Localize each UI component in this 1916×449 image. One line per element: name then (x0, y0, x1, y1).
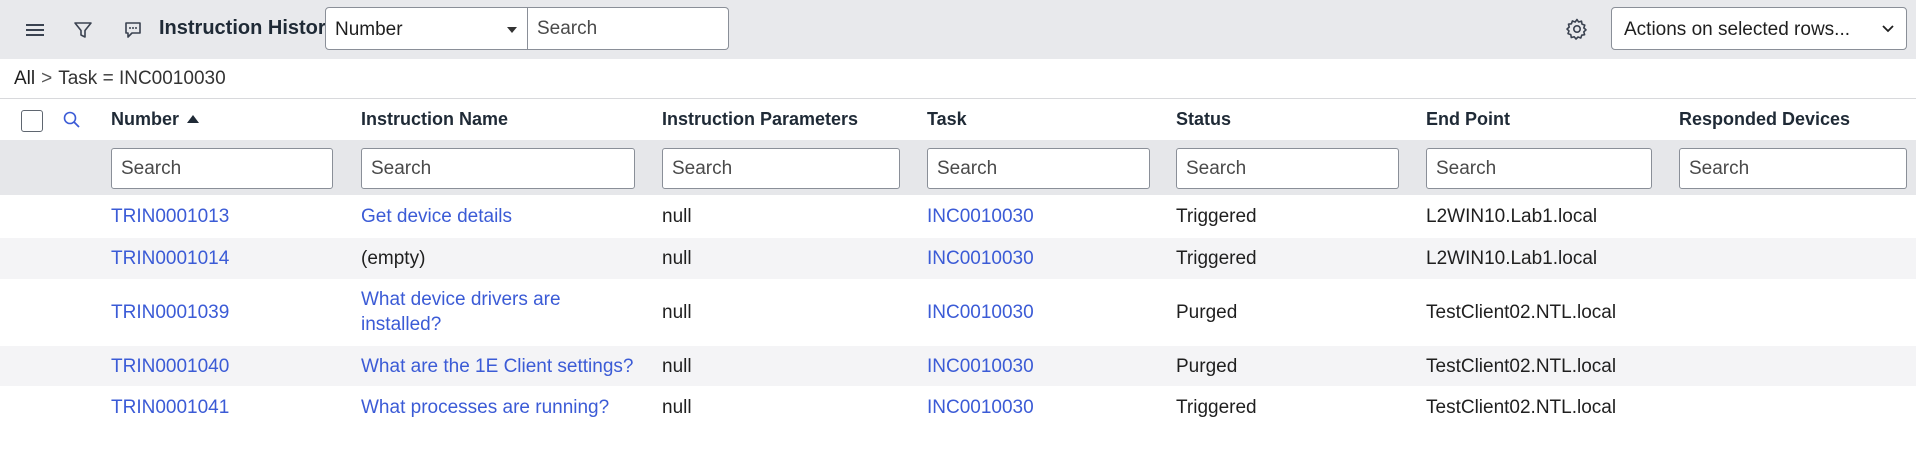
gear-icon[interactable] (1565, 14, 1591, 44)
select-all-checkbox[interactable] (21, 110, 43, 132)
search-input-number[interactable] (111, 148, 333, 189)
list-toolbar: Instruction History Number Actions on se… (0, 0, 1916, 59)
breadcrumb-separator: > (41, 68, 53, 89)
search-field-select[interactable]: Number (325, 7, 528, 50)
column-header-number[interactable]: Number (111, 109, 200, 130)
divider (0, 98, 1916, 99)
status: Triggered (1176, 397, 1257, 418)
status: Purged (1176, 356, 1238, 377)
breadcrumb-filter[interactable]: Task = INC0010030 (58, 68, 225, 89)
search-input-end-point[interactable] (1426, 148, 1652, 189)
page-title: Instruction History (159, 17, 337, 39)
actions-select-label: Actions on selected rows... (1624, 19, 1850, 40)
filter-icon[interactable] (68, 15, 98, 45)
status: Triggered (1176, 206, 1257, 227)
chevron-down-icon (1880, 20, 1896, 41)
instruction-parameters: null (662, 248, 692, 269)
task-link[interactable]: INC0010030 (927, 204, 1034, 229)
record-number-link[interactable]: TRIN0001014 (111, 246, 229, 271)
actions-select[interactable]: Actions on selected rows... (1611, 7, 1907, 50)
status: Purged (1176, 302, 1238, 323)
table-row: TRIN0001039 What device drivers are insta… (0, 280, 1916, 345)
table-row: TRIN0001014 (empty) null INC0010030 Trig… (0, 238, 1916, 279)
record-number-link[interactable]: TRIN0001041 (111, 395, 229, 420)
record-number-link[interactable]: TRIN0001013 (111, 204, 229, 229)
chat-bubble-icon[interactable] (118, 15, 148, 45)
breadcrumb-all[interactable]: All (14, 68, 35, 89)
status: Triggered (1176, 248, 1257, 269)
column-header-instruction-parameters[interactable]: Instruction Parameters (662, 109, 858, 130)
end-point: TestClient02.NTL.local (1426, 356, 1617, 377)
search-input-responded-devices[interactable] (1679, 148, 1907, 189)
task-link[interactable]: INC0010030 (927, 246, 1034, 271)
end-point: L2WIN10.Lab1.local (1426, 248, 1598, 269)
list-search-input[interactable] (528, 7, 729, 50)
table-row: TRIN0001013 Get device details null INC0… (0, 196, 1916, 237)
instruction-parameters: null (662, 356, 692, 377)
table-row: TRIN0001041 What processes are running? … (0, 387, 1916, 427)
column-header-instruction-name[interactable]: Instruction Name (361, 109, 508, 130)
end-point: L2WIN10.Lab1.local (1426, 206, 1598, 227)
task-link[interactable]: INC0010030 (927, 354, 1034, 379)
instruction-name-link[interactable]: What processes are running? (361, 395, 609, 420)
column-header-task[interactable]: Task (927, 109, 967, 130)
search-input-status[interactable] (1176, 148, 1399, 189)
instruction-name: (empty) (361, 248, 426, 269)
end-point: TestClient02.NTL.local (1426, 302, 1617, 323)
search-input-instruction-name[interactable] (361, 148, 635, 189)
caret-down-icon (507, 27, 517, 33)
end-point: TestClient02.NTL.local (1426, 397, 1617, 418)
search-input-task[interactable] (927, 148, 1150, 189)
instruction-parameters: null (662, 397, 692, 418)
column-header-responded-devices[interactable]: Responded Devices (1679, 109, 1850, 130)
breadcrumb: All > Task = INC0010030 (14, 68, 226, 90)
instruction-parameters: null (662, 302, 692, 323)
column-header-status[interactable]: Status (1176, 109, 1231, 130)
instruction-name-link[interactable]: What are the 1E Client settings? (361, 354, 633, 379)
table-row: TRIN0001040 What are the 1E Client setti… (0, 346, 1916, 386)
instruction-parameters: null (662, 206, 692, 227)
search-field-value: Number (335, 19, 403, 40)
search-input-instruction-parameters[interactable] (662, 148, 900, 189)
instruction-name-link[interactable]: Get device details (361, 204, 512, 229)
task-link[interactable]: INC0010030 (927, 300, 1034, 325)
sort-ascending-icon (187, 115, 200, 123)
hamburger-menu-icon[interactable] (20, 15, 50, 45)
search-icon[interactable] (62, 110, 82, 135)
instruction-name-link[interactable]: What device drivers are installed? (361, 287, 561, 337)
task-link[interactable]: INC0010030 (927, 395, 1034, 420)
column-header-end-point[interactable]: End Point (1426, 109, 1510, 130)
record-number-link[interactable]: TRIN0001040 (111, 354, 229, 379)
record-number-link[interactable]: TRIN0001039 (111, 300, 229, 325)
